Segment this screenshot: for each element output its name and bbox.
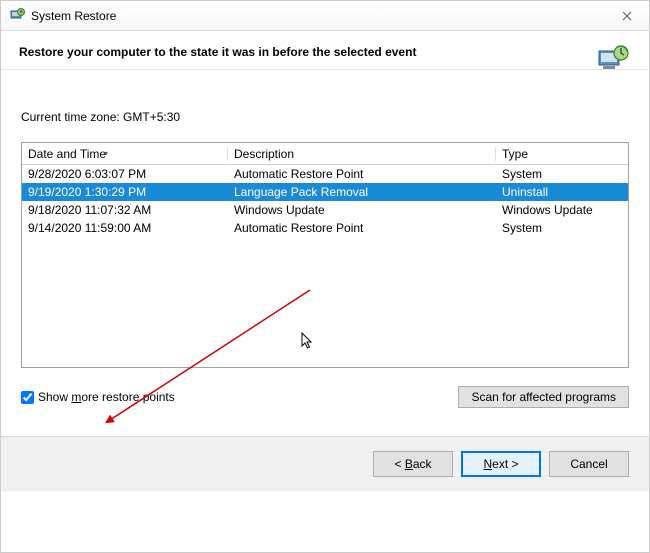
cancel-button[interactable]: Cancel <box>549 451 629 477</box>
cell-description: Automatic Restore Point <box>228 167 496 181</box>
next-button[interactable]: Next > <box>461 451 541 477</box>
back-button[interactable]: < Back <box>373 451 453 477</box>
wizard-footer: < Back Next > Cancel <box>1 436 649 491</box>
table-row[interactable]: 9/14/2020 11:59:00 AMAutomatic Restore P… <box>22 219 628 237</box>
table-body: 9/28/2020 6:03:07 PMAutomatic Restore Po… <box>22 165 628 237</box>
close-button[interactable] <box>604 1 649 31</box>
wizard-header: Restore your computer to the state it wa… <box>1 31 649 69</box>
cell-type: Windows Update <box>496 203 628 217</box>
cell-datetime: 9/14/2020 11:59:00 AM <box>22 221 228 235</box>
col-header-datetime[interactable]: Date and Time ▾ <box>22 147 228 161</box>
timezone-label: Current time zone: GMT+5:30 <box>21 110 629 124</box>
cell-description: Automatic Restore Point <box>228 221 496 235</box>
table-row[interactable]: 9/28/2020 6:03:07 PMAutomatic Restore Po… <box>22 165 628 183</box>
table-row[interactable]: 9/18/2020 11:07:32 AMWindows UpdateWindo… <box>22 201 628 219</box>
window-title: System Restore <box>31 9 116 23</box>
col-header-description[interactable]: Description <box>228 147 496 161</box>
cell-datetime: 9/18/2020 11:07:32 AM <box>22 203 228 217</box>
system-restore-icon <box>9 6 25 25</box>
cell-description: Language Pack Removal <box>228 185 496 199</box>
below-table-row: Show more restore points Scan for affect… <box>21 386 629 408</box>
cell-datetime: 9/19/2020 1:30:29 PM <box>22 185 228 199</box>
restore-large-icon <box>597 41 629 73</box>
titlebar: System Restore <box>1 1 649 31</box>
cell-type: System <box>496 221 628 235</box>
show-more-checkbox-input[interactable] <box>21 391 34 404</box>
cell-description: Windows Update <box>228 203 496 217</box>
show-more-checkbox[interactable]: Show more restore points <box>21 390 175 404</box>
table-row[interactable]: 9/19/2020 1:30:29 PMLanguage Pack Remova… <box>22 183 628 201</box>
restore-points-table[interactable]: Date and Time ▾ Description Type 9/28/20… <box>21 142 629 368</box>
main-panel: Current time zone: GMT+5:30 Date and Tim… <box>21 110 629 408</box>
cell-datetime: 9/28/2020 6:03:07 PM <box>22 167 228 181</box>
sort-indicator-icon: ▾ <box>104 149 108 158</box>
show-more-label: Show more restore points <box>38 390 175 404</box>
table-header[interactable]: Date and Time ▾ Description Type <box>22 143 628 165</box>
col-header-datetime-text: Date and Time <box>28 147 106 161</box>
col-header-type[interactable]: Type <box>496 147 628 161</box>
cell-type: Uninstall <box>496 185 628 199</box>
wizard-heading: Restore your computer to the state it wa… <box>19 45 416 59</box>
scan-affected-button[interactable]: Scan for affected programs <box>458 386 629 408</box>
header-separator <box>1 69 649 70</box>
cell-type: System <box>496 167 628 181</box>
